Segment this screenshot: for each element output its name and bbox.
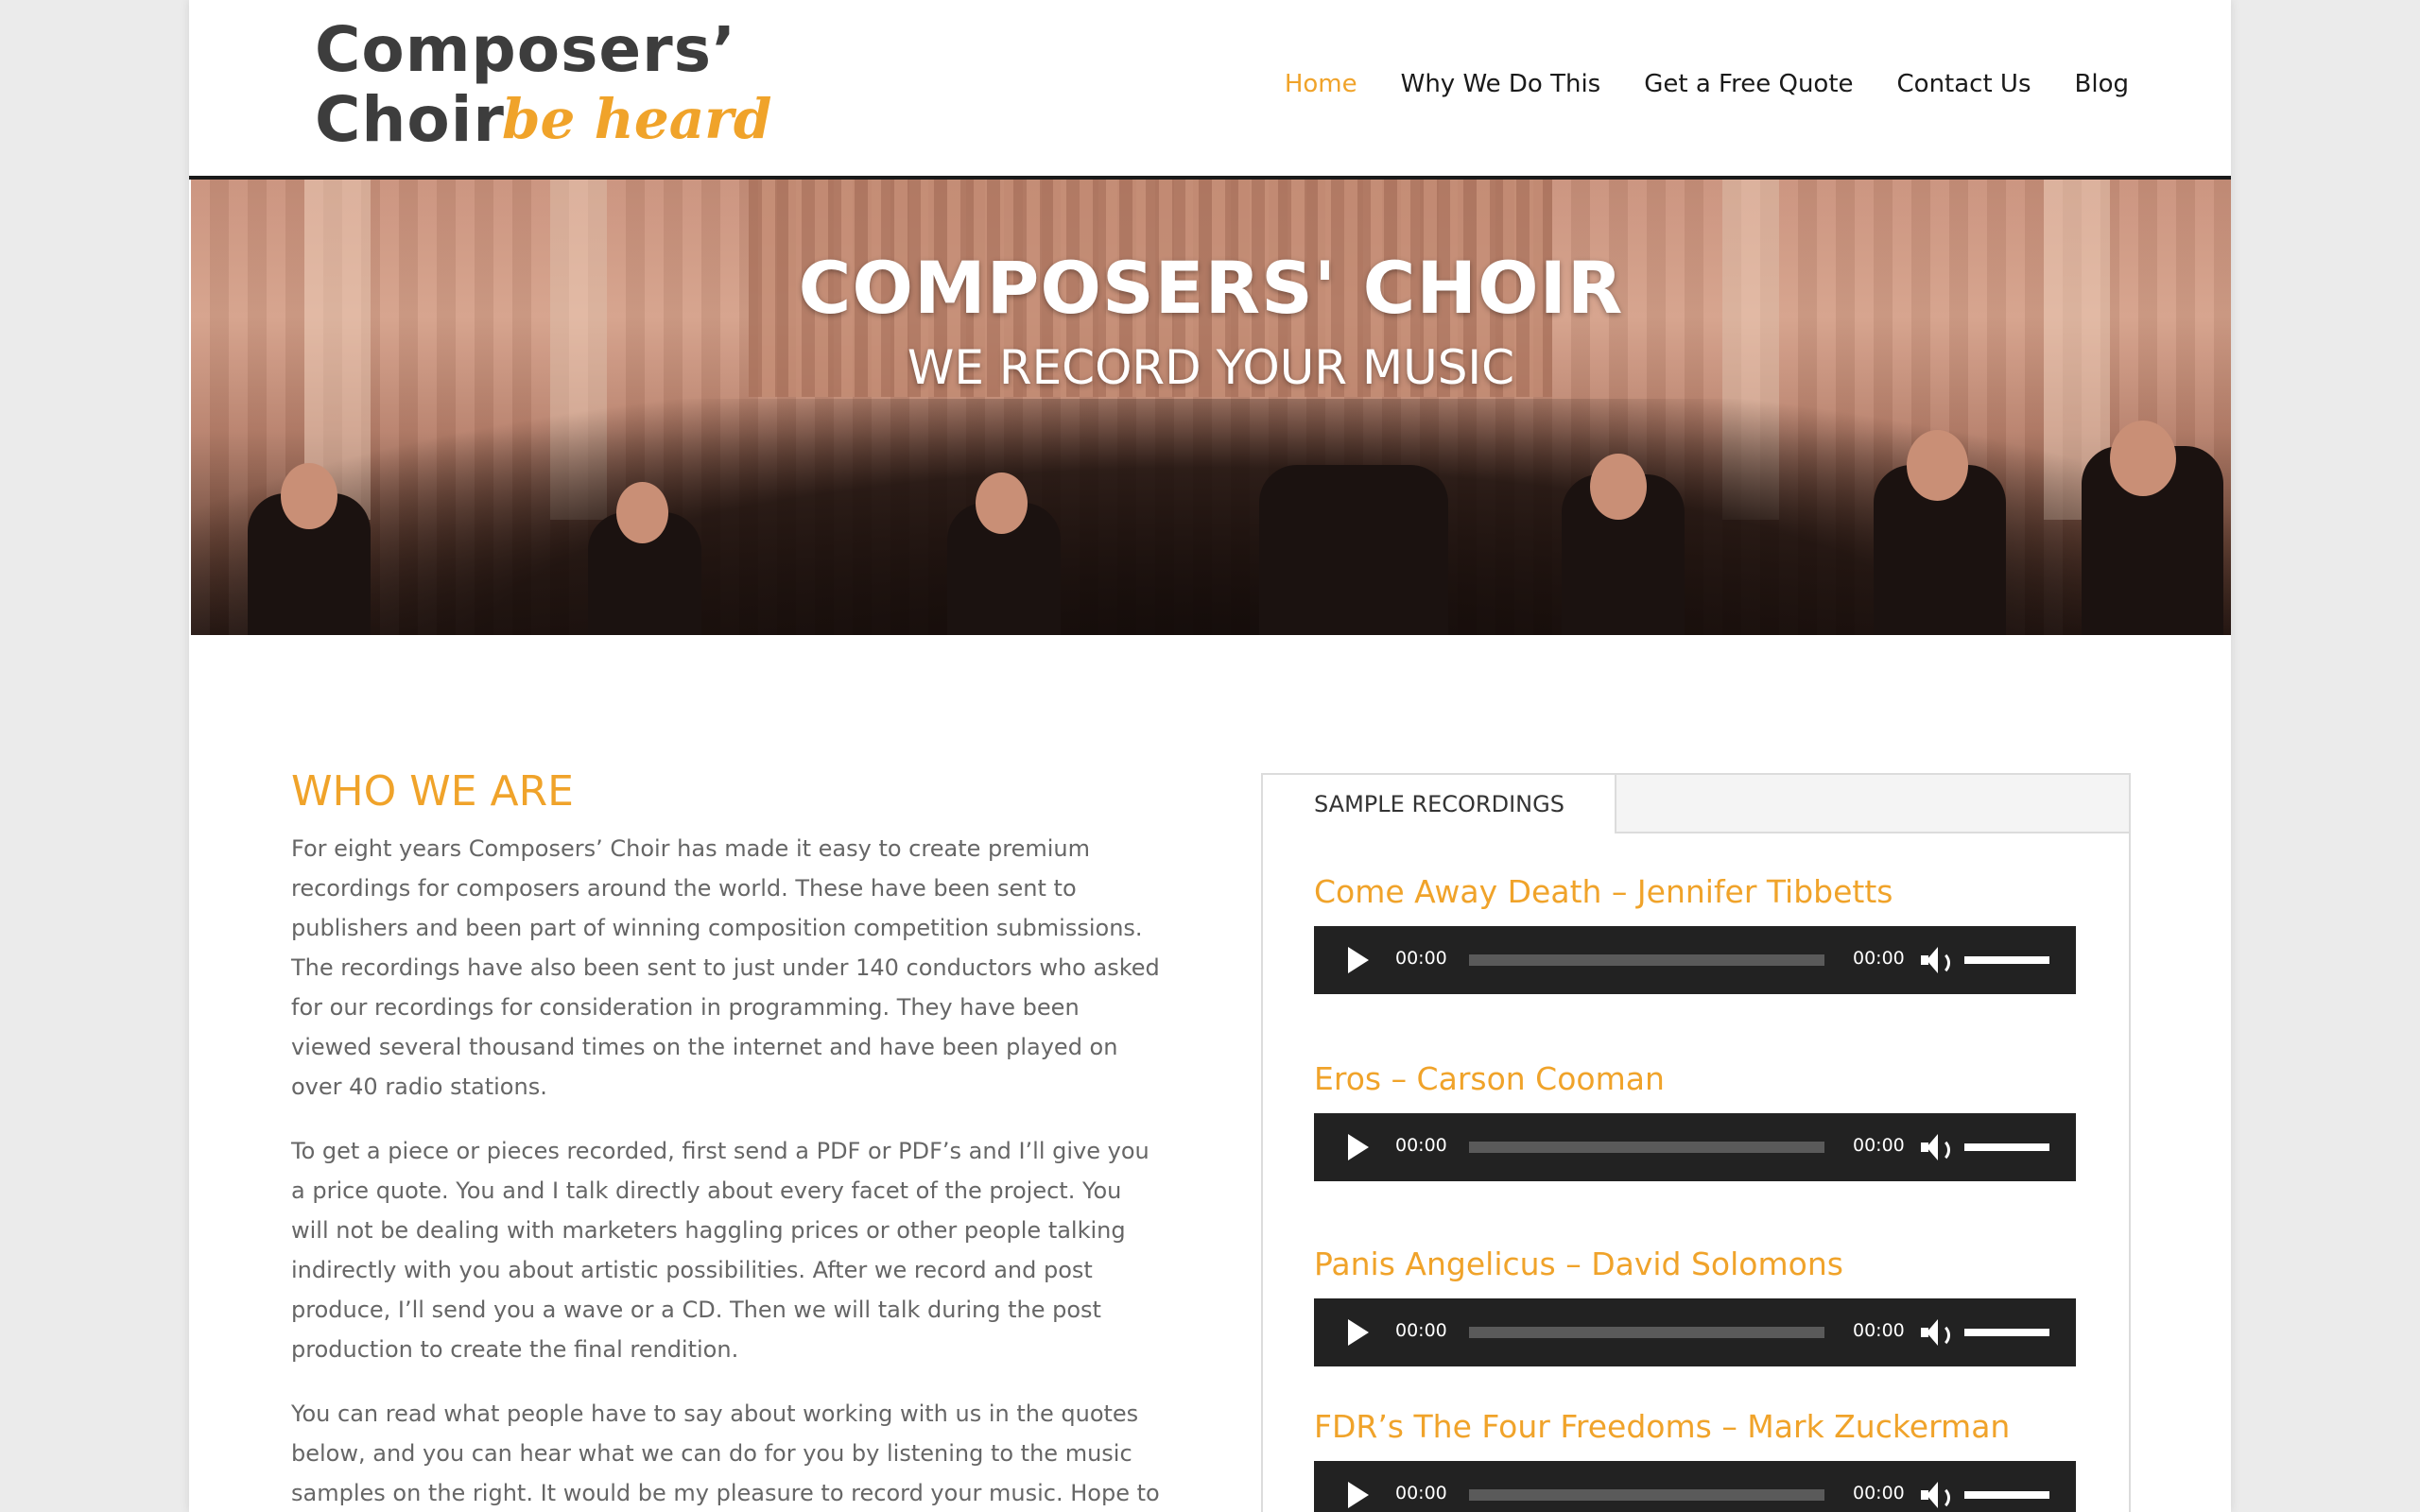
play-icon[interactable]: [1348, 1319, 1369, 1346]
hero-subtitle: WE RECORD YOUR MUSIC: [907, 340, 1515, 395]
page-container: Composers’ Choir be heard Home Why We Do…: [189, 0, 2231, 1512]
hero-banner: COMPOSERS' CHOIR WE RECORD YOUR MUSIC: [191, 180, 2231, 635]
volume-icon[interactable]: [1921, 1134, 1951, 1162]
recording-item: FDR’s The Four Freedoms – Mark Zuckerman…: [1314, 1408, 2076, 1512]
who-we-are-section: WHO WE ARE For eight years Composers’ Ch…: [291, 767, 1161, 1512]
play-icon[interactable]: [1348, 1134, 1369, 1160]
audio-player: 00:00 00:00: [1314, 1461, 2076, 1512]
hero-conductor: [1259, 465, 1448, 635]
sample-recordings-panel: SAMPLE RECORDINGS Come Away Death – Jenn…: [1261, 773, 2131, 1512]
recording-item: Come Away Death – Jennifer Tibbetts 00:0…: [1314, 873, 2076, 994]
about-paragraph: For eight years Composers’ Choir has mad…: [291, 835, 1160, 1100]
recording-item: Panis Angelicus – David Solomons 00:00 0…: [1314, 1246, 2076, 1366]
logo-line2: Choir: [315, 83, 505, 156]
nav-get-a-free-quote[interactable]: Get a Free Quote: [1644, 70, 1853, 98]
current-time: 00:00: [1395, 1483, 1447, 1503]
recording-title: Come Away Death – Jennifer Tibbetts: [1314, 873, 1893, 910]
play-icon[interactable]: [1348, 1482, 1369, 1508]
hero-title: COMPOSERS' CHOIR: [798, 246, 1624, 330]
volume-icon[interactable]: [1921, 1482, 1951, 1510]
current-time: 00:00: [1395, 1320, 1447, 1341]
section-heading: WHO WE ARE: [291, 767, 574, 816]
volume-icon[interactable]: [1921, 1319, 1951, 1348]
about-paragraph: To get a piece or pieces recorded, first…: [291, 1138, 1150, 1363]
nav-blog[interactable]: Blog: [2075, 70, 2129, 98]
nav-home[interactable]: Home: [1285, 70, 1357, 98]
audio-player: 00:00 00:00: [1314, 926, 2076, 994]
duration-time: 00:00: [1853, 1135, 1905, 1156]
logo-line1: Composers’: [315, 13, 737, 86]
tab-sample-recordings[interactable]: SAMPLE RECORDINGS: [1263, 775, 1616, 833]
nav-why-we-do-this[interactable]: Why We Do This: [1401, 70, 1601, 98]
hero-singer-head: [281, 463, 337, 529]
hero-singer-head: [1590, 454, 1647, 520]
duration-time: 00:00: [1853, 1320, 1905, 1341]
audio-player: 00:00 00:00: [1314, 1298, 2076, 1366]
hero-singer-head: [616, 482, 668, 543]
seek-slider[interactable]: [1469, 954, 1824, 966]
hero-singer-head: [976, 472, 1028, 534]
volume-slider[interactable]: [1964, 956, 2049, 964]
tab-bar: SAMPLE RECORDINGS: [1263, 775, 2129, 833]
duration-time: 00:00: [1853, 1483, 1905, 1503]
logo-tagline: be heard: [502, 87, 772, 151]
seek-slider[interactable]: [1469, 1489, 1824, 1501]
volume-icon[interactable]: [1921, 947, 1951, 975]
about-paragraph: You can read what people have to say abo…: [291, 1400, 1160, 1506]
hero-singer-head: [1907, 430, 1968, 501]
site-logo[interactable]: Composers’ Choir be heard: [315, 11, 771, 156]
hero-singer-head: [2110, 421, 2176, 496]
volume-slider[interactable]: [1964, 1491, 2049, 1499]
recording-title: FDR’s The Four Freedoms – Mark Zuckerman: [1314, 1408, 2011, 1445]
recording-item: Eros – Carson Cooman 00:00 00:00: [1314, 1060, 2076, 1181]
seek-slider[interactable]: [1469, 1142, 1824, 1153]
audio-player: 00:00 00:00: [1314, 1113, 2076, 1181]
play-icon[interactable]: [1348, 947, 1369, 973]
volume-slider[interactable]: [1964, 1143, 2049, 1151]
main-nav: Home Why We Do This Get a Free Quote Con…: [1285, 70, 2129, 98]
recording-title: Eros – Carson Cooman: [1314, 1060, 1665, 1097]
current-time: 00:00: [1395, 1135, 1447, 1156]
volume-slider[interactable]: [1964, 1329, 2049, 1336]
duration-time: 00:00: [1853, 948, 1905, 969]
current-time: 00:00: [1395, 948, 1447, 969]
recording-title: Panis Angelicus – David Solomons: [1314, 1246, 1843, 1282]
nav-contact-us[interactable]: Contact Us: [1897, 70, 2031, 98]
site-header: Composers’ Choir be heard Home Why We Do…: [189, 0, 2231, 176]
seek-slider[interactable]: [1469, 1327, 1824, 1338]
